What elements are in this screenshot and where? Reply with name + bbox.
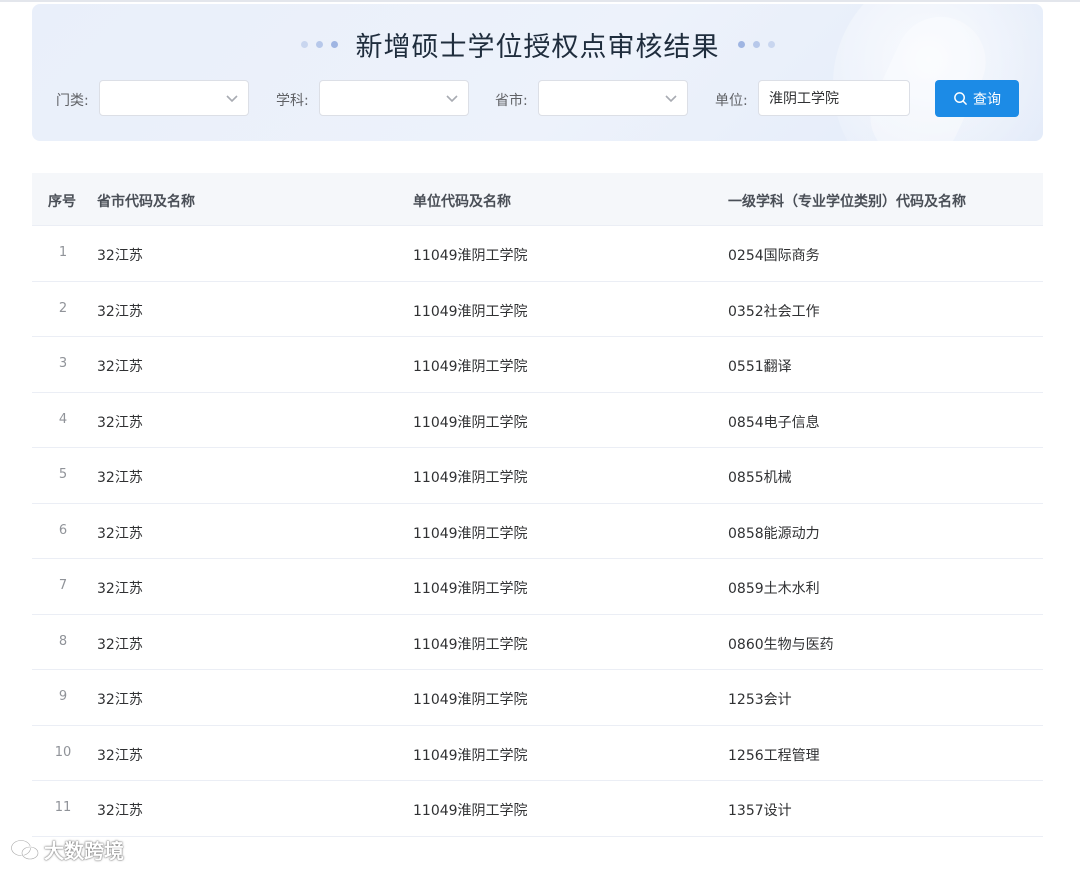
table-row: 5 32江苏 11049淮阴工学院 0855机械: [32, 448, 1043, 504]
cell-discipline: 0352社会工作: [728, 303, 820, 320]
cell-province: 32江苏: [97, 692, 143, 708]
cell-discipline: 0859土木水利: [728, 581, 820, 597]
cell-index: 7: [58, 578, 68, 593]
dot: [330, 40, 338, 48]
cell-province: 32江苏: [97, 359, 143, 375]
cell-index: 6: [58, 522, 68, 538]
query-button[interactable]: 查询: [935, 80, 1019, 117]
dot: [300, 40, 308, 48]
cell-index: 9: [58, 689, 68, 704]
top-border: [0, 0, 1080, 2]
cell-discipline: 0551翻译: [728, 359, 792, 375]
wechat-logo-icon: [10, 839, 39, 860]
cell-unit: 11049淮阴工学院: [413, 581, 528, 597]
cell-province: 32江苏: [97, 581, 143, 597]
cell-index: 8: [58, 633, 68, 649]
discipline-select[interactable]: [319, 80, 469, 116]
chevron-down-icon: [446, 95, 458, 103]
cell-index: 11: [54, 800, 72, 815]
cell-province: 32江苏: [97, 636, 143, 653]
watermark: 大数跨境: [10, 835, 124, 864]
table-row: 2 32江苏 11049淮阴工学院 0352社会工作: [32, 282, 1043, 337]
table-row: 11 32江苏 11049淮阴工学院 1357设计: [32, 781, 1043, 837]
dot: [752, 40, 760, 48]
title-dots-right: [737, 40, 775, 48]
header-province: 省市代码及名称: [97, 194, 195, 210]
cell-discipline: 0254国际商务: [728, 248, 820, 264]
cell-unit: 11049淮阴工学院: [413, 470, 528, 486]
cell-index: 10: [54, 744, 72, 760]
table-row: 7 32江苏 11049淮阴工学院 0859土木水利: [32, 559, 1043, 615]
dot: [737, 40, 745, 48]
cell-discipline: 0858能源动力: [728, 525, 820, 542]
chevron-down-icon: [226, 95, 238, 103]
cell-province: 32江苏: [97, 747, 143, 764]
cell-unit: 11049淮阴工学院: [413, 636, 528, 653]
cell-discipline: 1256工程管理: [728, 747, 820, 764]
cell-index: 2: [58, 300, 68, 316]
chevron-down-icon: [665, 95, 677, 103]
category-select[interactable]: [99, 80, 249, 116]
cell-unit: 11049淮阴工学院: [413, 303, 528, 320]
cell-province: 32江苏: [97, 470, 143, 486]
cell-index: 4: [58, 411, 68, 427]
header-unit: 单位代码及名称: [413, 194, 511, 210]
query-button-label: 查询: [973, 91, 1001, 108]
cell-province: 32江苏: [97, 414, 143, 431]
cell-discipline: 0854电子信息: [728, 414, 820, 431]
category-label: 门类:: [56, 93, 89, 109]
unit-input[interactable]: [758, 80, 910, 116]
title-dots-left: [300, 40, 338, 48]
table-row: 10 32江苏 11049淮阴工学院 1256工程管理: [32, 726, 1043, 781]
cell-province: 32江苏: [97, 803, 143, 819]
table-row: 8 32江苏 11049淮阴工学院 0860生物与医药: [32, 615, 1043, 670]
page-title: 新增硕士学位授权点审核结果: [355, 31, 720, 63]
cell-discipline: 0855机械: [728, 470, 792, 486]
cell-unit: 11049淮阴工学院: [413, 525, 528, 542]
table-row: 6 32江苏 11049淮阴工学院 0858能源动力: [32, 504, 1043, 559]
table-row: 9 32江苏 11049淮阴工学院 1253会计: [32, 670, 1043, 726]
table-header: 序号 省市代码及名称 单位代码及名称 一级学科（专业学位类别）代码及名称: [32, 173, 1043, 226]
header-discipline: 一级学科（专业学位类别）代码及名称: [728, 194, 966, 210]
cell-province: 32江苏: [97, 303, 143, 320]
cell-index: 1: [58, 245, 68, 260]
cell-unit: 11049淮阴工学院: [413, 248, 528, 264]
province-select[interactable]: [538, 80, 688, 116]
cell-unit: 11049淮阴工学院: [413, 359, 528, 375]
cell-discipline: 0860生物与医药: [728, 636, 834, 653]
cell-discipline: 1357设计: [728, 803, 792, 819]
title-row: 新增硕士学位授权点审核结果: [32, 24, 1043, 64]
results-table: 序号 省市代码及名称 单位代码及名称 一级学科（专业学位类别）代码及名称 1 3…: [32, 173, 1043, 837]
cell-province: 32江苏: [97, 248, 143, 264]
cell-unit: 11049淮阴工学院: [413, 803, 528, 819]
unit-label: 单位:: [715, 93, 748, 109]
cell-province: 32江苏: [97, 525, 143, 542]
discipline-label: 学科:: [276, 93, 309, 109]
watermark-text: 大数跨境: [44, 839, 124, 863]
filter-bar: 门类: 学科: 省市: 单位: 查询: [32, 80, 1043, 118]
cell-discipline: 1253会计: [728, 692, 792, 708]
cell-index: 5: [58, 467, 68, 482]
province-label: 省市:: [495, 93, 528, 109]
cell-unit: 11049淮阴工学院: [413, 414, 528, 431]
table-row: 3 32江苏 11049淮阴工学院 0551翻译: [32, 337, 1043, 393]
table-row: 1 32江苏 11049淮阴工学院 0254国际商务: [32, 226, 1043, 282]
cell-index: 3: [58, 356, 68, 371]
table-row: 4 32江苏 11049淮阴工学院 0854电子信息: [32, 393, 1043, 448]
dot: [315, 40, 323, 48]
search-icon: [954, 92, 967, 105]
cell-unit: 11049淮阴工学院: [413, 747, 528, 764]
dot: [767, 40, 775, 48]
header-index: 序号: [48, 194, 76, 210]
search-banner: 新增硕士学位授权点审核结果 门类: 学科: 省市: 单位: 淮阴工学院 查询: [32, 4, 1043, 141]
cell-unit: 11049淮阴工学院: [413, 692, 528, 708]
